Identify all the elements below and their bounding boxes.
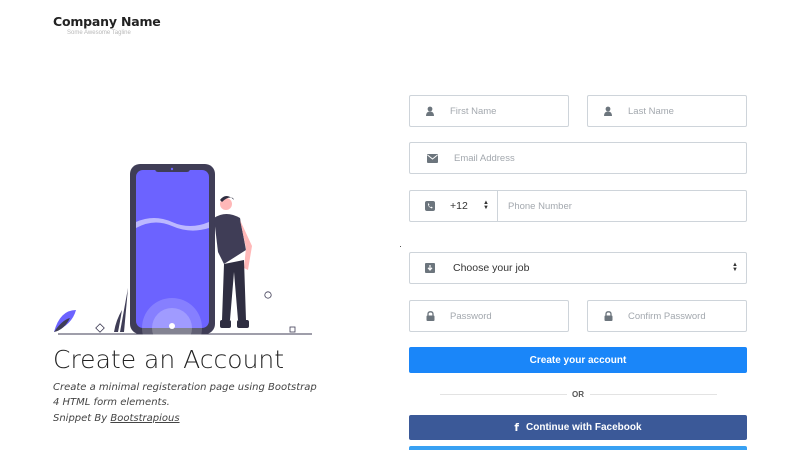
first-name-field[interactable]: First Name [409, 95, 569, 127]
twitter-button[interactable] [409, 446, 747, 450]
country-code-value: +12 [450, 200, 468, 212]
confirm-password-field[interactable]: Confirm Password [587, 300, 747, 332]
snippet-prefix: Snippet By [53, 412, 111, 424]
page-description: Create a minimal registeration page usin… [53, 380, 323, 426]
email-field[interactable]: Email Address [409, 142, 747, 174]
last-name-field[interactable]: Last Name [587, 95, 747, 127]
bootstrapious-link[interactable]: Bootstrapious [110, 413, 179, 424]
facebook-icon: f [514, 421, 519, 434]
description-text: Create a minimal registeration page usin… [53, 382, 317, 409]
lock-icon [588, 311, 628, 321]
company-name[interactable]: Company Name [53, 14, 161, 29]
facebook-button-label: Continue with Facebook [526, 422, 642, 433]
phone-field[interactable]: +12 ▲ ▼ Phone Number [409, 190, 747, 222]
create-account-label: Create your account [529, 354, 627, 366]
phone-icon [410, 201, 450, 211]
last-name-placeholder: Last Name [628, 105, 674, 117]
job-select[interactable]: Choose your job ▲ ▼ [409, 252, 747, 284]
page-title: Create an Account [53, 345, 285, 374]
lock-icon [410, 311, 450, 321]
job-selected-value: Choose your job [453, 262, 530, 274]
password-placeholder: Password [450, 310, 492, 322]
confirm-password-placeholder: Confirm Password [628, 310, 706, 322]
divider-line-left [440, 394, 567, 395]
facebook-button[interactable]: f Continue with Facebook [409, 415, 747, 440]
user-icon [588, 106, 628, 116]
signup-illustration [54, 164, 312, 338]
divider-or-text: OR [572, 390, 584, 399]
briefcase-icon [410, 263, 450, 273]
email-placeholder: Email Address [454, 152, 515, 164]
country-code-select[interactable]: +12 ▲ ▼ [450, 191, 498, 221]
divider-line-right [590, 394, 717, 395]
user-icon [410, 106, 450, 116]
phone-placeholder: Phone Number [508, 200, 572, 212]
select-arrows-icon: ▲ ▼ [483, 200, 489, 211]
envelope-icon [410, 153, 454, 163]
select-arrows-icon: ▲ ▼ [732, 262, 738, 273]
first-name-placeholder: First Name [450, 105, 497, 117]
company-tagline: Some Awesome Tagline [67, 30, 131, 36]
stray-dot [400, 246, 401, 247]
create-account-button[interactable]: Create your account [409, 347, 747, 373]
password-field[interactable]: Password [409, 300, 569, 332]
brand[interactable]: Company Name Some Awesome Tagline [53, 14, 161, 36]
